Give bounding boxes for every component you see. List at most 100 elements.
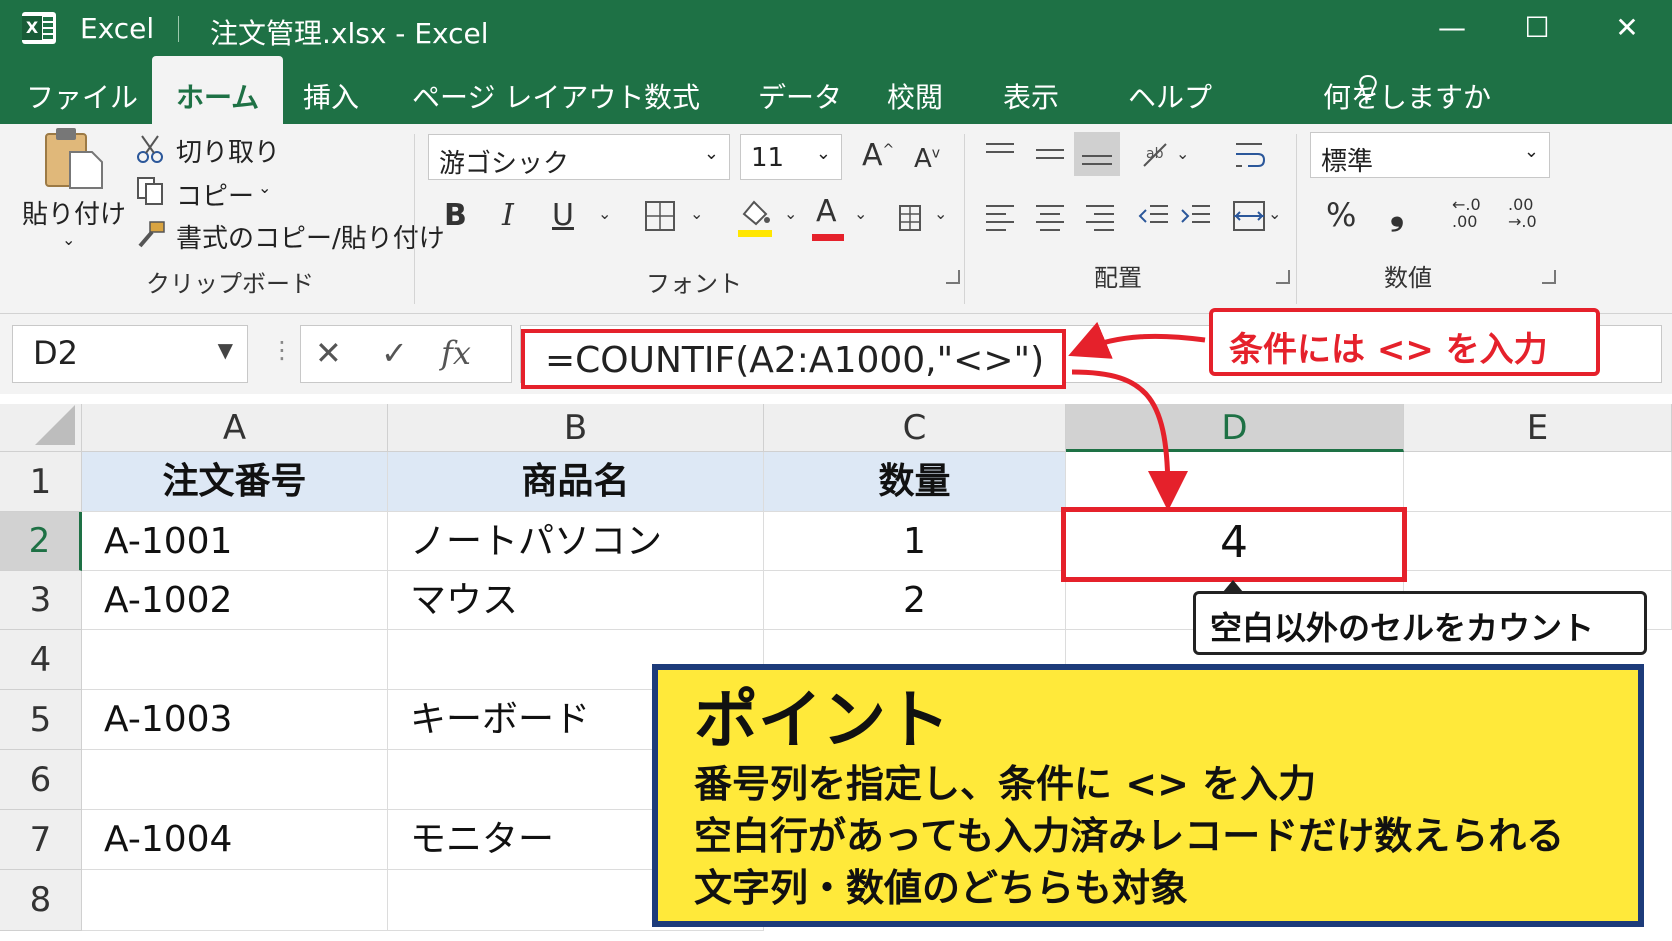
cell-b3[interactable]: マウス bbox=[388, 571, 764, 630]
cell-d1[interactable] bbox=[1066, 452, 1404, 512]
row-header-7[interactable]: 7 bbox=[0, 810, 82, 870]
copy-dropdown-icon[interactable]: ⌄ bbox=[258, 178, 271, 197]
formula-input[interactable]: =COUNTIF(A2:A1000,"<>") bbox=[521, 329, 1066, 389]
cell-a4[interactable] bbox=[82, 630, 388, 690]
alignment-dialog-launcher-icon[interactable] bbox=[1276, 270, 1290, 284]
select-all-button[interactable] bbox=[0, 404, 82, 452]
cut-button[interactable]: 切り取り bbox=[176, 132, 280, 169]
cell-a5[interactable]: A-1003 bbox=[82, 690, 388, 750]
cell-c2[interactable]: 1 bbox=[764, 512, 1066, 571]
row-header-1[interactable]: 1 bbox=[0, 452, 82, 512]
minimize-button[interactable]: — bbox=[1428, 6, 1476, 50]
font-color-dropdown-icon[interactable]: ⌄ bbox=[854, 204, 867, 223]
number-format-dropdown[interactable]: 標準 ⌄ bbox=[1310, 132, 1550, 178]
decrease-decimal-button[interactable]: .00 →.0 bbox=[1508, 196, 1537, 230]
phonetic-guide-icon[interactable] bbox=[898, 204, 922, 232]
paste-dropdown-icon[interactable]: ⌄ bbox=[62, 230, 75, 249]
column-header-d[interactable]: D bbox=[1066, 404, 1404, 452]
bold-button[interactable]: B bbox=[444, 198, 467, 233]
underline-dropdown-icon[interactable]: ⌄ bbox=[598, 204, 611, 223]
cell-d2-result[interactable]: 4 bbox=[1061, 507, 1407, 582]
font-color-button[interactable]: A bbox=[812, 194, 844, 241]
borders-dropdown-icon[interactable]: ⌄ bbox=[690, 204, 703, 223]
tab-insert[interactable]: 挿入 bbox=[303, 76, 359, 116]
font-dialog-launcher-icon[interactable] bbox=[946, 270, 960, 284]
tab-formulas[interactable]: 数式 bbox=[644, 76, 700, 116]
font-size-dropdown[interactable]: 11 ⌄ bbox=[740, 134, 842, 180]
title-separator bbox=[178, 16, 179, 42]
shrink-font-button[interactable]: Av bbox=[914, 144, 940, 174]
tab-help[interactable]: ヘルプ bbox=[1128, 76, 1212, 116]
cell-a1[interactable]: 注文番号 bbox=[82, 452, 388, 512]
align-right-icon[interactable] bbox=[1084, 202, 1116, 232]
row-header-6[interactable]: 6 bbox=[0, 750, 82, 810]
cell-c3[interactable]: 2 bbox=[764, 571, 1066, 630]
tab-page-layout[interactable]: ページ レイアウト bbox=[412, 76, 644, 116]
phonetic-dropdown-icon[interactable]: ⌄ bbox=[934, 204, 947, 223]
insert-function-icon[interactable]: fx bbox=[441, 334, 471, 372]
row-header-3[interactable]: 3 bbox=[0, 571, 82, 630]
cell-c1[interactable]: 数量 bbox=[764, 452, 1066, 512]
number-dialog-launcher-icon[interactable] bbox=[1542, 270, 1556, 284]
paste-icon[interactable] bbox=[40, 126, 106, 190]
increase-decimal-bottom: .00 bbox=[1452, 212, 1478, 231]
cell-a7[interactable]: A-1004 bbox=[82, 810, 388, 870]
cell-a3[interactable]: A-1002 bbox=[82, 571, 388, 630]
italic-button[interactable]: I bbox=[502, 198, 514, 233]
wrap-text-icon[interactable] bbox=[1232, 138, 1266, 172]
align-center-icon[interactable] bbox=[1034, 202, 1066, 232]
column-header-b[interactable]: B bbox=[388, 404, 764, 452]
row-header-8[interactable]: 8 bbox=[0, 870, 82, 931]
cell-e2[interactable] bbox=[1404, 512, 1672, 571]
cell-a8[interactable] bbox=[82, 870, 388, 931]
tab-file[interactable]: ファイル bbox=[26, 76, 138, 116]
alignment-group-label: 配置 bbox=[1094, 264, 1142, 292]
orientation-dropdown-icon[interactable]: ⌄ bbox=[1176, 144, 1189, 163]
orientation-icon[interactable]: ab bbox=[1140, 138, 1174, 170]
comma-style-button[interactable]: ❟ bbox=[1390, 192, 1404, 234]
cell-a2[interactable]: A-1001 bbox=[82, 512, 388, 571]
row-header-5[interactable]: 5 bbox=[0, 690, 82, 750]
fill-color-dropdown-icon[interactable]: ⌄ bbox=[784, 204, 797, 223]
format-painter-button[interactable]: 書式のコピー/貼り付け bbox=[176, 218, 445, 255]
tab-review[interactable]: 校閲 bbox=[887, 76, 943, 116]
tab-home[interactable]: ホーム bbox=[152, 56, 284, 124]
tab-data[interactable]: データ bbox=[758, 76, 842, 116]
fill-color-icon[interactable] bbox=[738, 196, 772, 238]
cancel-icon[interactable]: ✕ bbox=[315, 334, 342, 372]
align-left-icon[interactable] bbox=[984, 202, 1016, 232]
align-bottom-button[interactable] bbox=[1074, 132, 1120, 176]
increase-decimal-button[interactable]: ←.0 .00 bbox=[1452, 196, 1481, 230]
row-header-4[interactable]: 4 bbox=[0, 630, 82, 690]
tab-view[interactable]: 表示 bbox=[1003, 76, 1059, 116]
name-box[interactable]: D2 ▼ bbox=[12, 325, 248, 383]
merge-center-icon[interactable] bbox=[1232, 200, 1266, 232]
column-header-a[interactable]: A bbox=[82, 404, 388, 452]
underline-button[interactable]: U bbox=[552, 198, 574, 233]
merge-dropdown-icon[interactable]: ⌄ bbox=[1268, 204, 1281, 223]
condition-callout: 条件には <> を入力 bbox=[1209, 308, 1600, 376]
cell-b2[interactable]: ノートパソコン bbox=[388, 512, 764, 571]
tell-me-search[interactable]: 何をしますか bbox=[1323, 76, 1491, 116]
font-name-dropdown[interactable]: 游ゴシック ⌄ bbox=[428, 134, 730, 180]
align-top-icon[interactable] bbox=[984, 140, 1016, 168]
borders-icon[interactable] bbox=[644, 200, 676, 232]
column-header-c[interactable]: C bbox=[764, 404, 1066, 452]
close-button[interactable]: ✕ bbox=[1603, 6, 1651, 50]
row-header-2[interactable]: 2 bbox=[0, 512, 82, 571]
grow-font-button[interactable]: A^ bbox=[862, 138, 894, 173]
increase-indent-icon[interactable] bbox=[1180, 202, 1212, 232]
font-color-letter: A bbox=[816, 194, 837, 229]
paste-button[interactable]: 貼り付け bbox=[22, 194, 126, 231]
cell-a6[interactable] bbox=[82, 750, 388, 810]
cell-b1[interactable]: 商品名 bbox=[388, 452, 764, 512]
copy-button[interactable]: コピー bbox=[176, 176, 254, 213]
column-header-e[interactable]: E bbox=[1404, 404, 1672, 452]
percent-style-button[interactable]: % bbox=[1326, 196, 1356, 234]
align-middle-icon[interactable] bbox=[1034, 140, 1066, 168]
maximize-button[interactable]: ☐ bbox=[1513, 6, 1561, 50]
decrease-indent-icon[interactable] bbox=[1138, 202, 1170, 232]
cell-e1[interactable] bbox=[1404, 452, 1672, 512]
formula-bar-grip[interactable]: ⋮ bbox=[270, 336, 294, 364]
enter-icon[interactable]: ✓ bbox=[381, 334, 408, 372]
